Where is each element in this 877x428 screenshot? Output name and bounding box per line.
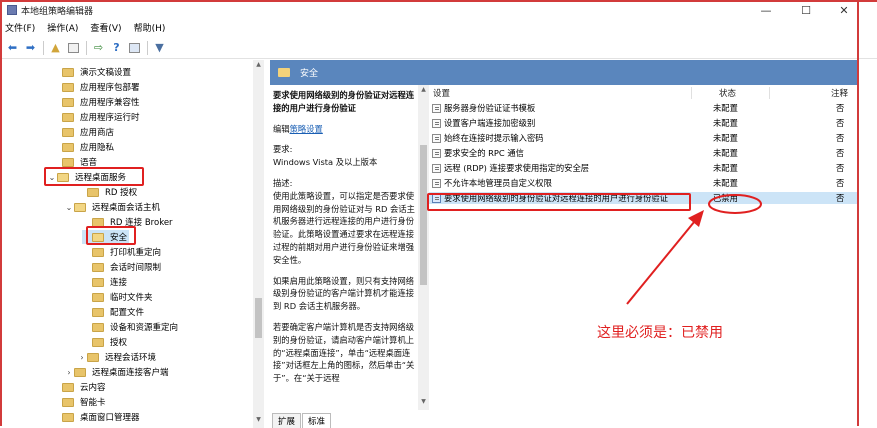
state-circle-highlight	[708, 194, 762, 214]
annotation-arrow-head	[688, 210, 704, 227]
annotation-text: 这里必须是：已禁用	[597, 325, 723, 341]
border-line	[857, 0, 859, 426]
gpedit-window: 本地组策略编辑器 — ☐ ✕ 文件(F) 操作(A) 查看(V) 帮助(H) ⬅…	[0, 0, 877, 428]
annotation-overlay	[626, 194, 762, 305]
annotation-arrow-line	[626, 215, 700, 305]
